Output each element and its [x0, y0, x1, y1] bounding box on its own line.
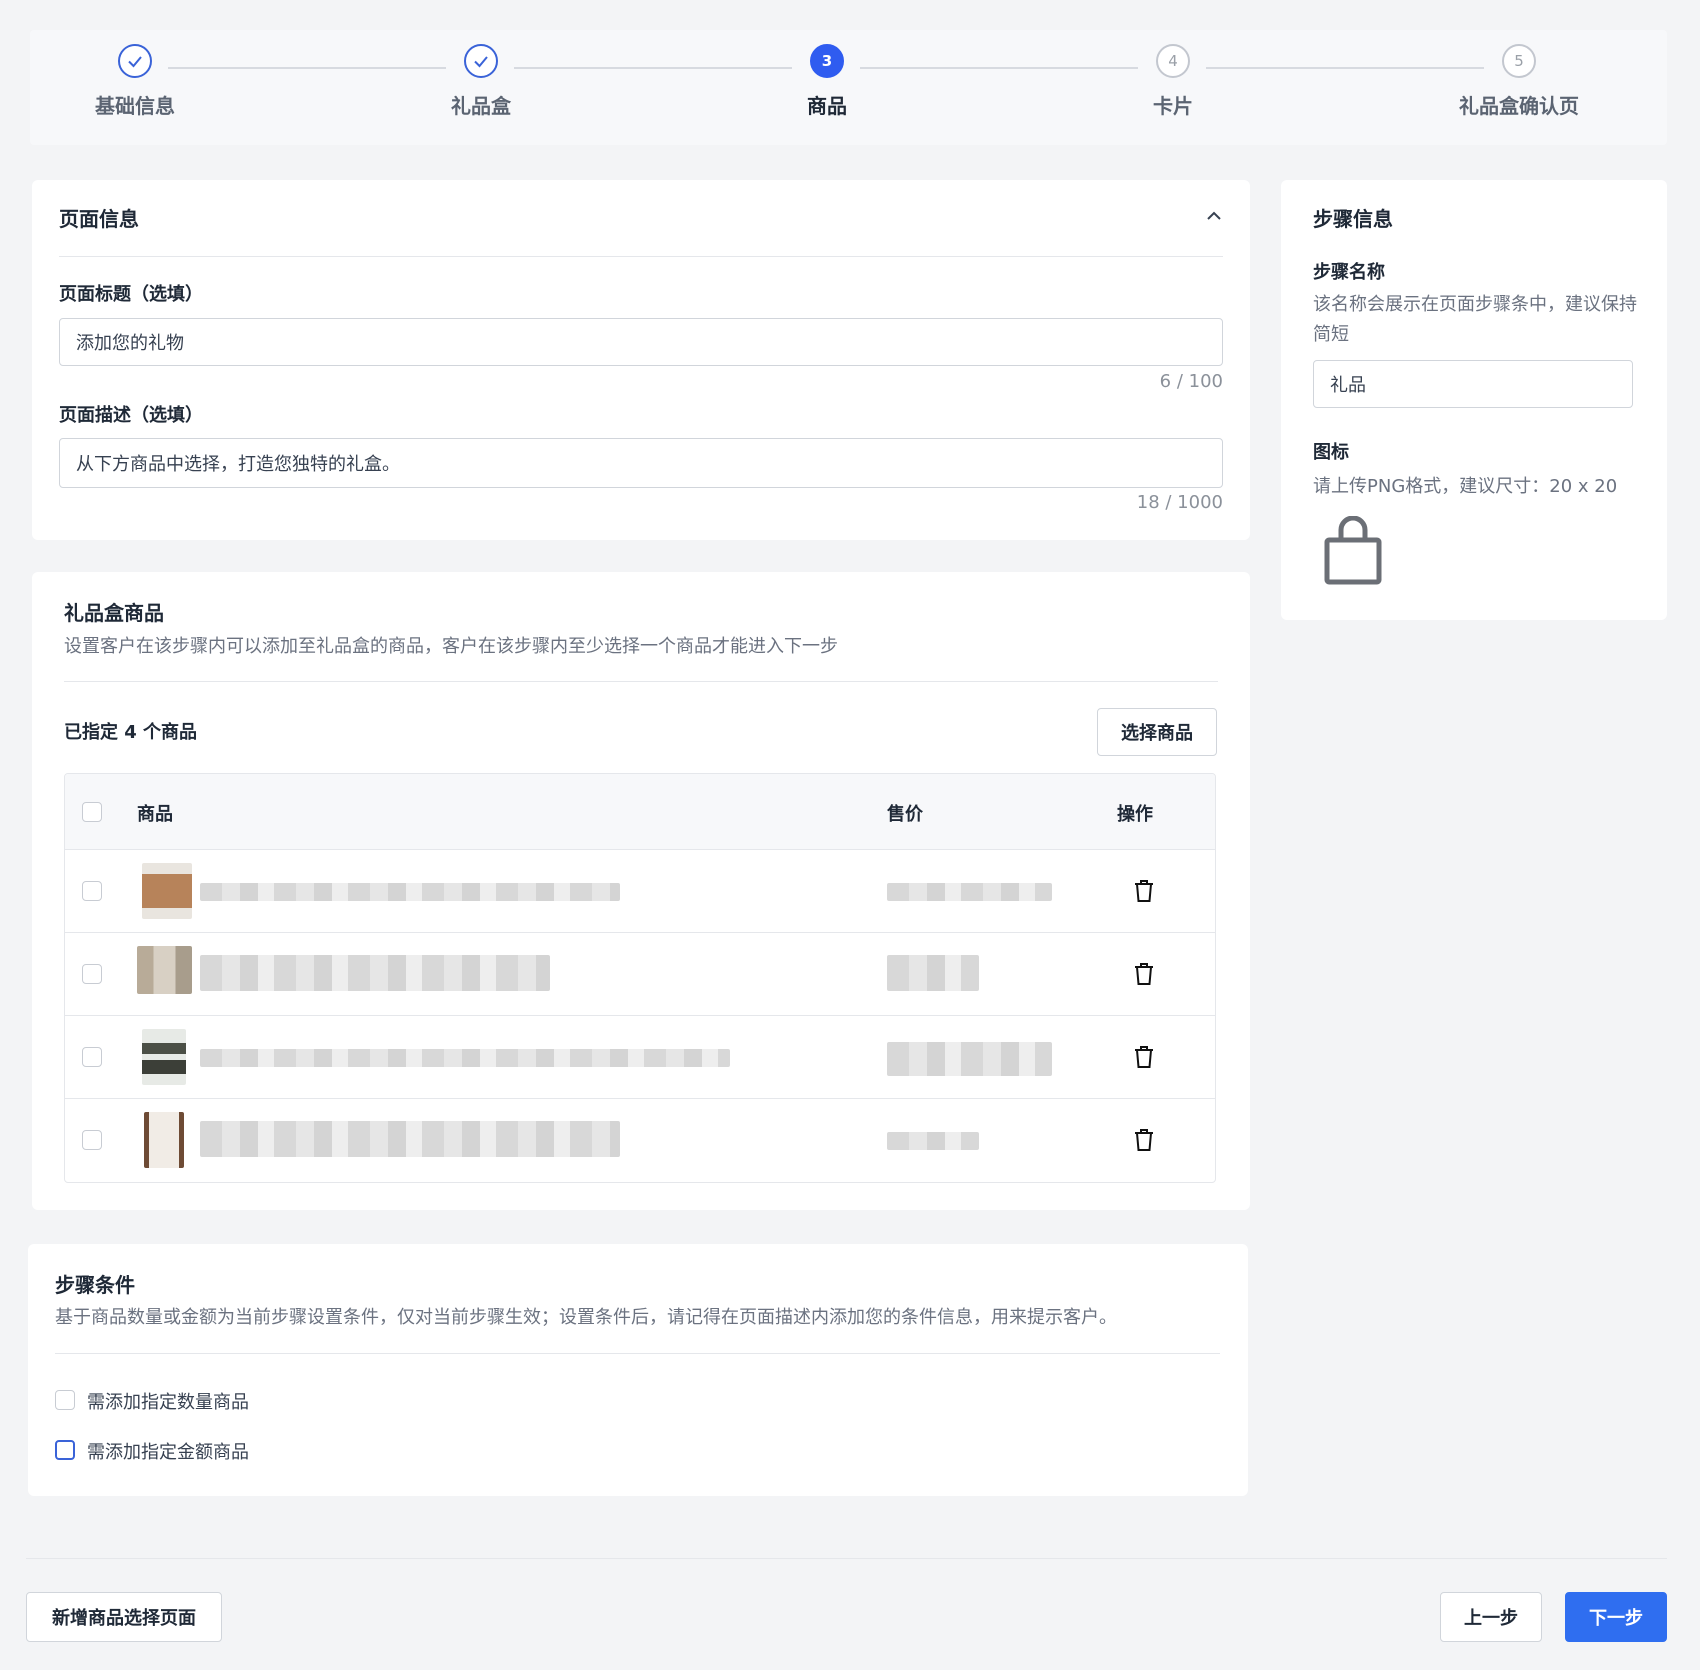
next-button[interactable]: 下一步 [1565, 1592, 1667, 1642]
add-page-button[interactable]: 新增商品选择页面 [26, 1592, 222, 1642]
check-icon [118, 44, 152, 78]
step-name-input[interactable]: 礼品 [1313, 360, 1633, 408]
price-redacted [887, 1132, 979, 1150]
price-redacted [887, 955, 979, 991]
step-gift-box[interactable]: 礼品盒 [381, 44, 581, 119]
table-header: 商品 售价 操作 [65, 774, 1215, 850]
gift-products-title: 礼品盒商品 [64, 601, 164, 625]
col-product: 商品 [137, 804, 173, 825]
row-checkbox[interactable] [82, 1047, 102, 1067]
step-label: 卡片 [1153, 94, 1193, 118]
select-products-button[interactable]: 选择商品 [1097, 708, 1217, 756]
page-title-counter: 6 / 100 [1159, 371, 1223, 392]
conditions-desc: 基于商品数量或金额为当前步骤设置条件，仅对当前步骤生效；设置条件后，请记得在页面… [55, 1307, 1117, 1328]
page-title-label: 页面标题（选填） [59, 284, 203, 305]
step-label: 基础信息 [95, 94, 175, 118]
prev-button[interactable]: 上一步 [1440, 1592, 1542, 1642]
row-checkbox[interactable] [82, 1130, 102, 1150]
product-name-redacted [200, 955, 550, 991]
page-desc-input[interactable]: 从下方商品中选择，打造您独特的礼盒。 [59, 438, 1223, 488]
product-thumbnail [137, 946, 192, 994]
trash-icon[interactable] [1131, 961, 1157, 987]
product-thumbnail [144, 1112, 184, 1168]
shopping-bag-icon[interactable] [1323, 515, 1383, 590]
step-label: 礼品盒 [451, 94, 511, 118]
divider [55, 1353, 1220, 1354]
icon-label: 图标 [1313, 442, 1349, 463]
amount-condition-label: 需添加指定金额商品 [87, 1442, 249, 1463]
trash-icon[interactable] [1131, 1044, 1157, 1070]
step-label: 礼品盒确认页 [1459, 94, 1579, 118]
select-all-checkbox[interactable] [82, 802, 102, 822]
step-card[interactable]: 4 卡片 [1073, 44, 1273, 119]
product-thumbnail [142, 863, 192, 919]
icon-help: 请上传PNG格式，建议尺寸：20 x 20 [1313, 476, 1618, 497]
chevron-up-icon[interactable] [1204, 206, 1224, 230]
divider [59, 256, 1223, 257]
price-redacted [887, 883, 1052, 901]
product-thumbnail [142, 1029, 186, 1085]
gift-products-desc: 设置客户在该步骤内可以添加至礼品盒的商品，客户在该步骤内至少选择一个商品才能进入… [64, 636, 838, 657]
col-price: 售价 [887, 804, 923, 825]
step-info-title: 步骤信息 [1313, 207, 1393, 231]
qty-condition-checkbox[interactable] [55, 1390, 75, 1410]
step-info-card: 步骤信息 步骤名称 该名称会展示在页面步骤条中，建议保持简短 礼品 图标 请上传… [1281, 180, 1667, 620]
step-label: 商品 [807, 94, 847, 118]
step-name-help: 该名称会展示在页面步骤条中，建议保持简短 [1313, 294, 1637, 345]
trash-icon[interactable] [1131, 1127, 1157, 1153]
stepper: 基础信息 礼品盒 3 商品 4 卡片 5 礼品盒确认页 [30, 30, 1667, 145]
step-conditions-card: 步骤条件 基于商品数量或金额为当前步骤设置条件，仅对当前步骤生效；设置条件后，请… [28, 1244, 1248, 1496]
check-icon [464, 44, 498, 78]
page-desc-counter: 18 / 1000 [1136, 492, 1223, 513]
conditions-title: 步骤条件 [55, 1273, 135, 1297]
product-name-redacted [200, 883, 620, 901]
step-number: 3 [810, 44, 844, 78]
product-name-redacted [200, 1121, 620, 1157]
table-row[interactable] [65, 933, 1215, 1016]
products-table: 商品 售价 操作 [64, 773, 1216, 1183]
price-redacted [887, 1042, 1052, 1076]
step-basic-info[interactable]: 基础信息 [35, 44, 235, 119]
col-action: 操作 [1117, 804, 1153, 825]
step-number: 4 [1156, 44, 1190, 78]
amount-condition-checkbox[interactable] [55, 1440, 75, 1460]
table-row[interactable] [65, 1099, 1215, 1182]
page-info-title: 页面信息 [59, 207, 139, 231]
step-number: 5 [1502, 44, 1536, 78]
step-confirm[interactable]: 5 礼品盒确认页 [1419, 44, 1619, 119]
page-info-card: 页面信息 页面标题（选填） 添加您的礼物 6 / 100 页面描述（选填） 从下… [32, 180, 1250, 540]
step-name-label: 步骤名称 [1313, 262, 1385, 283]
product-name-redacted [200, 1049, 730, 1067]
assigned-count: 已指定 4 个商品 [64, 722, 198, 743]
footer-divider [26, 1558, 1667, 1559]
table-row[interactable] [65, 850, 1215, 933]
page-desc-label: 页面描述（选填） [59, 405, 203, 426]
table-row[interactable] [65, 1016, 1215, 1099]
step-products[interactable]: 3 商品 [727, 44, 927, 119]
row-checkbox[interactable] [82, 881, 102, 901]
page-title-input[interactable]: 添加您的礼物 [59, 318, 1223, 366]
qty-condition-label: 需添加指定数量商品 [87, 1392, 249, 1413]
row-checkbox[interactable] [82, 964, 102, 984]
divider [64, 681, 1218, 682]
trash-icon[interactable] [1131, 878, 1157, 904]
